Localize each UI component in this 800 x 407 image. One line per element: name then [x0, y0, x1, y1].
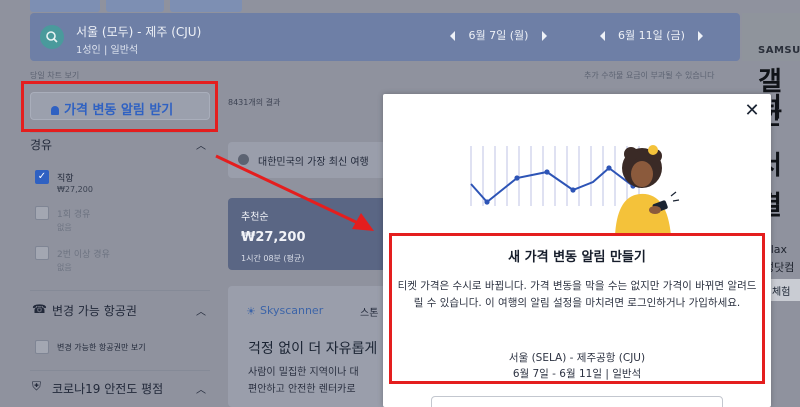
price-chart-illustration [470, 145, 680, 236]
filter-two-stops-checkbox[interactable] [35, 246, 49, 260]
divider [30, 370, 210, 371]
sort-duration: 1시간 08분 (평균) [241, 254, 305, 263]
filter-option-label: 변경 가능한 항공권만 보기 [57, 343, 146, 352]
depart-date-selector[interactable]: 6월 7일 (월) [450, 27, 547, 43]
divider [30, 132, 210, 133]
search-summary-bar[interactable]: 서울 (모두) - 제주 (CJU) 1성인 | 일반석 6월 7일 (월) 6… [30, 13, 740, 61]
next-date-icon[interactable] [698, 31, 703, 41]
sort-recommended-tab[interactable]: 추천순 ₩27,200 1시간 08분 (평균) [228, 198, 388, 270]
prev-date-icon[interactable] [600, 31, 605, 41]
ticket-icon: ☎ [32, 302, 47, 316]
sort-price: ₩27,200 [241, 230, 306, 245]
return-date: 6월 11일 (금) [618, 29, 685, 42]
travel-notice-text: 대한민국의 가장 최신 여행 [258, 157, 369, 168]
annotation-highlight-box [21, 81, 218, 132]
skyscanner-logo-icon: ☀ [246, 305, 256, 318]
prev-date-icon[interactable] [450, 31, 455, 41]
filter-stops-title: 경유 [30, 138, 53, 152]
filter-option-label: 1회 경유 [57, 210, 91, 220]
tab-hotels[interactable] [106, 0, 164, 12]
promo-title: 걱정 없이 더 자유롭게 [248, 341, 378, 357]
chevron-up-icon[interactable]: ︿ [196, 137, 206, 152]
travel-notice-card[interactable]: 대한민국의 가장 최신 여행 [228, 142, 388, 178]
promo-body: 사람이 밀집한 지역이나 대 편안하고 안전한 렌터카로 [248, 367, 359, 395]
annotation-highlight-box [389, 233, 765, 384]
filter-flexible-checkbox[interactable] [35, 340, 49, 354]
baggage-fee-note: 추가 수하물 요금이 부과될 수 있습니다 [584, 71, 715, 80]
filter-flexible-title: 변경 가능 항공권 [52, 304, 137, 318]
person-illustration [615, 145, 680, 236]
return-date-selector[interactable]: 6월 11일 (금) [600, 27, 703, 43]
promo-card[interactable]: ☀ Skyscanner 스톤 걱정 없이 더 자유롭게 사람이 밀집한 지역이… [228, 286, 388, 407]
search-route: 서울 (모두) - 제주 (CJU) [76, 25, 202, 39]
login-button[interactable] [431, 396, 723, 407]
search-passengers: 1성인 | 일반석 [76, 45, 139, 56]
skyscanner-logo: Skyscanner [260, 304, 324, 317]
promo-brand-suffix: 스톤 [360, 308, 379, 319]
filter-option-label: 직항 [57, 174, 74, 184]
results-count: 8431개의 결과 [228, 98, 281, 107]
divider [30, 290, 210, 291]
ad-brand-logo: SAMSUNG [758, 45, 800, 56]
filter-direct-checkbox[interactable]: ✓ [35, 170, 49, 184]
tab-flights[interactable] [30, 0, 100, 12]
search-icon[interactable] [40, 25, 64, 49]
filter-covid-title: 코로나19 안전도 평점 [52, 382, 164, 396]
close-icon[interactable]: ✕ [743, 102, 761, 120]
filter-option-price: ₩27,200 [57, 185, 93, 194]
chevron-up-icon[interactable]: ︿ [196, 303, 206, 318]
ad-cta-button[interactable]: 체험 [766, 279, 800, 301]
next-date-icon[interactable] [542, 31, 547, 41]
sort-label: 추천순 [241, 212, 269, 223]
info-icon [238, 154, 249, 165]
shield-icon: ⛨ [32, 379, 42, 393]
price-chart-link[interactable]: 당일 차트 보기 [30, 70, 79, 81]
filter-option-price: 없음 [57, 263, 72, 272]
filter-one-stop-checkbox[interactable] [35, 206, 49, 220]
depart-date: 6월 7일 (월) [468, 29, 529, 42]
filter-option-price: 없음 [57, 223, 72, 232]
tab-cars[interactable] [170, 0, 242, 12]
chevron-up-icon[interactable]: ︿ [196, 381, 206, 396]
filter-option-label: 2번 이상 경유 [57, 250, 110, 260]
